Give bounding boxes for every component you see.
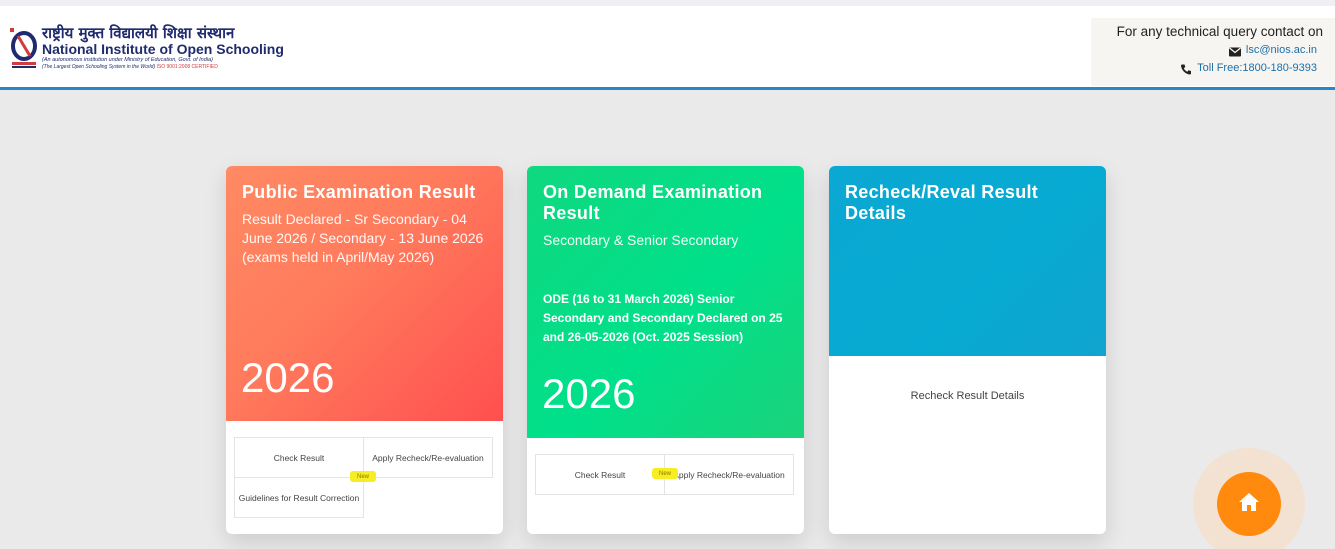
guidelines-result-correction-link[interactable]: Guidelines for Result Correction bbox=[234, 477, 364, 518]
phone-icon bbox=[1180, 63, 1192, 75]
recheck-result-details-link[interactable]: Recheck Result Details bbox=[829, 390, 1106, 402]
contact-box: For any technical query contact on lsc@n… bbox=[1091, 18, 1335, 86]
on-demand-exam-result-card: On Demand Examination Result Secondary &… bbox=[527, 166, 804, 534]
public-exam-result-card: Public Examination Result Result Declare… bbox=[226, 166, 503, 534]
contact-title: For any technical query contact on bbox=[1116, 24, 1323, 39]
contact-email[interactable]: lsc@nios.ac.in bbox=[1101, 41, 1323, 59]
nios-emblem-icon bbox=[8, 24, 40, 70]
nios-logo[interactable]: राष्ट्रीय मुक्त विद्यालयी शिक्षा संस्थान… bbox=[8, 24, 284, 71]
logo-tagline: (The Largest Open Schooling System in th… bbox=[42, 64, 218, 70]
card-subtitle: Secondary & Senior Secondary bbox=[543, 232, 739, 248]
logo-hindi-name: राष्ट्रीय मुक्त विद्यालयी शिक्षा संस्थान bbox=[42, 24, 235, 42]
site-header: राष्ट्रीय मुक्त विद्यालयी शिक्षा संस्थान… bbox=[0, 0, 1335, 90]
apply-recheck-link[interactable]: Apply Recheck/Re-evaluation bbox=[363, 437, 493, 478]
card-title: On Demand Examination Result bbox=[543, 182, 763, 223]
home-button[interactable] bbox=[1217, 472, 1281, 536]
apply-recheck-link[interactable]: Apply Recheck/Re-evaluation bbox=[664, 454, 794, 495]
card-title: Public Examination Result bbox=[242, 182, 476, 202]
logo-english-name: National Institute of Open Schooling bbox=[42, 41, 284, 57]
recheck-reval-result-card: Recheck/Reval Result Details Recheck Res… bbox=[829, 166, 1106, 534]
card-year: 2026 bbox=[542, 370, 636, 417]
home-icon bbox=[1238, 492, 1260, 517]
new-badge: New bbox=[652, 468, 678, 479]
new-badge: New bbox=[350, 471, 376, 482]
contact-email-text[interactable]: lsc@nios.ac.in bbox=[1246, 41, 1317, 59]
contact-phone[interactable]: Toll Free:1800-180-9393 bbox=[1101, 59, 1323, 77]
logo-subtitle: (An autonomous institution under Ministr… bbox=[42, 57, 213, 63]
check-result-link[interactable]: Check Result bbox=[234, 437, 364, 478]
contact-phone-text[interactable]: Toll Free:1800-180-9393 bbox=[1197, 59, 1317, 77]
recheck-card-header: Recheck/Reval Result Details bbox=[829, 166, 1106, 356]
check-result-link[interactable]: Check Result bbox=[535, 454, 665, 495]
card-subtitle: Result Declared - Sr Secondary - 04 June… bbox=[242, 211, 484, 265]
envelope-icon bbox=[1228, 45, 1241, 57]
on-demand-card-header: On Demand Examination Result Secondary &… bbox=[527, 166, 804, 438]
card-title: Recheck/Reval Result Details bbox=[845, 182, 1039, 223]
card-year: 2026 bbox=[241, 354, 335, 401]
public-exam-card-header: Public Examination Result Result Declare… bbox=[226, 166, 503, 421]
card-note: ODE (16 to 31 March 2026) Senior Seconda… bbox=[543, 292, 783, 344]
